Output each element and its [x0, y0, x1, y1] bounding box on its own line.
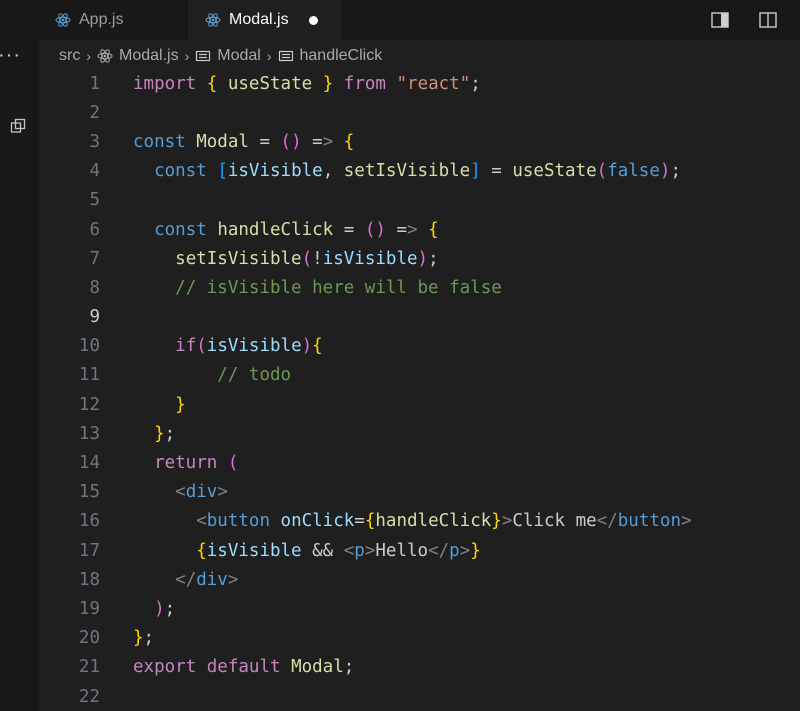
code-line[interactable]: 2 — [39, 98, 800, 127]
code-text: // todo — [217, 365, 292, 386]
line-number: 8 — [89, 277, 100, 298]
code-text: if(isVisible){ — [175, 336, 323, 357]
code-text: const Modal = () => { — [133, 131, 355, 152]
tab-app-js[interactable]: App.js — [39, 0, 190, 40]
line-number: 21 — [78, 657, 100, 678]
line-number: 13 — [78, 423, 100, 444]
code-line[interactable]: 20}; — [39, 624, 800, 653]
code-text: import { useState } from "react"; — [133, 73, 481, 94]
line-number: 17 — [78, 540, 100, 561]
unsaved-changes-dot-icon[interactable] — [308, 15, 318, 25]
line-number: 4 — [89, 161, 100, 182]
symbol-variable-icon — [278, 50, 293, 62]
more-actions-icon[interactable]: ··· — [0, 45, 21, 65]
code-text: const handleClick = () => { — [154, 219, 439, 240]
activity-bar: ··· — [0, 0, 39, 711]
tab-bar: App.js Modal.js — [39, 0, 800, 40]
line-number: 7 — [89, 248, 100, 269]
code-line[interactable]: 16 <button onClick={handleClick}>Click m… — [39, 507, 800, 536]
line-number: 6 — [89, 219, 100, 240]
code-line[interactable]: 22 — [39, 682, 800, 711]
code-text: const [isVisible, setIsVisible] = useSta… — [154, 161, 681, 182]
toggle-secondary-sidebar-icon[interactable] — [710, 10, 730, 30]
code-line[interactable]: 7 setIsVisible(!isVisible); — [39, 244, 800, 273]
code-line[interactable]: 9 — [39, 303, 800, 332]
code-line[interactable]: 5 — [39, 186, 800, 215]
line-number: 3 — [89, 131, 100, 152]
code-text: export default Modal; — [133, 657, 355, 678]
code-line[interactable]: 14 return ( — [39, 448, 800, 477]
react-icon — [55, 13, 71, 27]
code-editor[interactable]: 1 import { useState } from "react"; 2 3 cons… — [39, 69, 800, 711]
split-editor-icon[interactable] — [758, 10, 778, 30]
line-number: 11 — [78, 365, 100, 386]
line-number: 22 — [78, 686, 100, 707]
code-line[interactable]: 12 } — [39, 390, 800, 419]
code-line[interactable]: 15 <div> — [39, 478, 800, 507]
breadcrumb-folder[interactable]: src — [59, 47, 80, 65]
chevron-right-icon: › — [86, 48, 91, 64]
code-line[interactable]: 11 // todo — [39, 361, 800, 390]
chevron-right-icon: › — [266, 48, 272, 64]
code-line[interactable]: 10 if(isVisible){ — [39, 332, 800, 361]
extensions-icon[interactable] — [10, 118, 26, 134]
tab-modal-js[interactable]: Modal.js — [191, 0, 341, 40]
code-text: } — [175, 394, 186, 415]
code-line[interactable]: 19 ); — [39, 594, 800, 623]
line-number: 1 — [89, 73, 100, 94]
code-line[interactable]: 8 // isVisible here will be false — [39, 273, 800, 302]
code-text: <div> — [175, 482, 228, 503]
line-number: 5 — [89, 190, 100, 211]
line-number: 15 — [78, 482, 100, 503]
line-number: 16 — [78, 511, 100, 532]
code-text: }; — [154, 423, 176, 444]
code-text: <button onClick={handleClick}>Click me</… — [196, 511, 692, 532]
code-line[interactable]: 3 const Modal = () => { — [39, 127, 800, 156]
code-text: </div> — [175, 569, 239, 590]
code-text: {isVisible && <p>Hello</p>} — [196, 540, 481, 561]
code-text: ); — [154, 598, 176, 619]
code-line[interactable]: 6 const handleClick = () => { — [39, 215, 800, 244]
react-icon — [97, 49, 113, 63]
code-line[interactable]: 21 export default Modal; — [39, 653, 800, 682]
breadcrumb-file[interactable]: Modal.js — [119, 47, 179, 65]
code-line[interactable]: 4 const [isVisible, setIsVisible] = useS… — [39, 157, 800, 186]
code-text: // isVisible here will be false — [175, 277, 502, 298]
breadcrumb: src › Modal.js › Modal › handleClick — [39, 42, 800, 70]
code-line[interactable]: 18 </div> — [39, 565, 800, 594]
line-number: 18 — [78, 569, 100, 590]
line-number: 12 — [78, 394, 100, 415]
code-line[interactable]: 1 import { useState } from "react"; — [39, 69, 800, 98]
line-number: 10 — [78, 336, 100, 357]
line-number: 20 — [78, 628, 100, 649]
code-text: setIsVisible(!isVisible); — [175, 248, 439, 269]
tab-label: App.js — [79, 11, 124, 28]
chevron-right-icon: › — [184, 48, 190, 64]
line-number: 19 — [78, 598, 100, 619]
symbol-variable-icon — [196, 50, 211, 62]
line-number: 9 — [89, 307, 100, 328]
breadcrumb-symbol[interactable]: handleClick — [300, 47, 383, 65]
react-icon — [205, 13, 221, 27]
tab-label: Modal.js — [229, 11, 289, 28]
code-line[interactable]: 17 {isVisible && <p>Hello</p>} — [39, 536, 800, 565]
code-text: }; — [133, 628, 155, 649]
breadcrumb-symbol[interactable]: Modal — [217, 47, 261, 65]
code-line[interactable]: 13 }; — [39, 419, 800, 448]
line-number: 14 — [78, 453, 100, 474]
code-text: return ( — [154, 453, 239, 474]
line-number: 2 — [89, 102, 100, 123]
